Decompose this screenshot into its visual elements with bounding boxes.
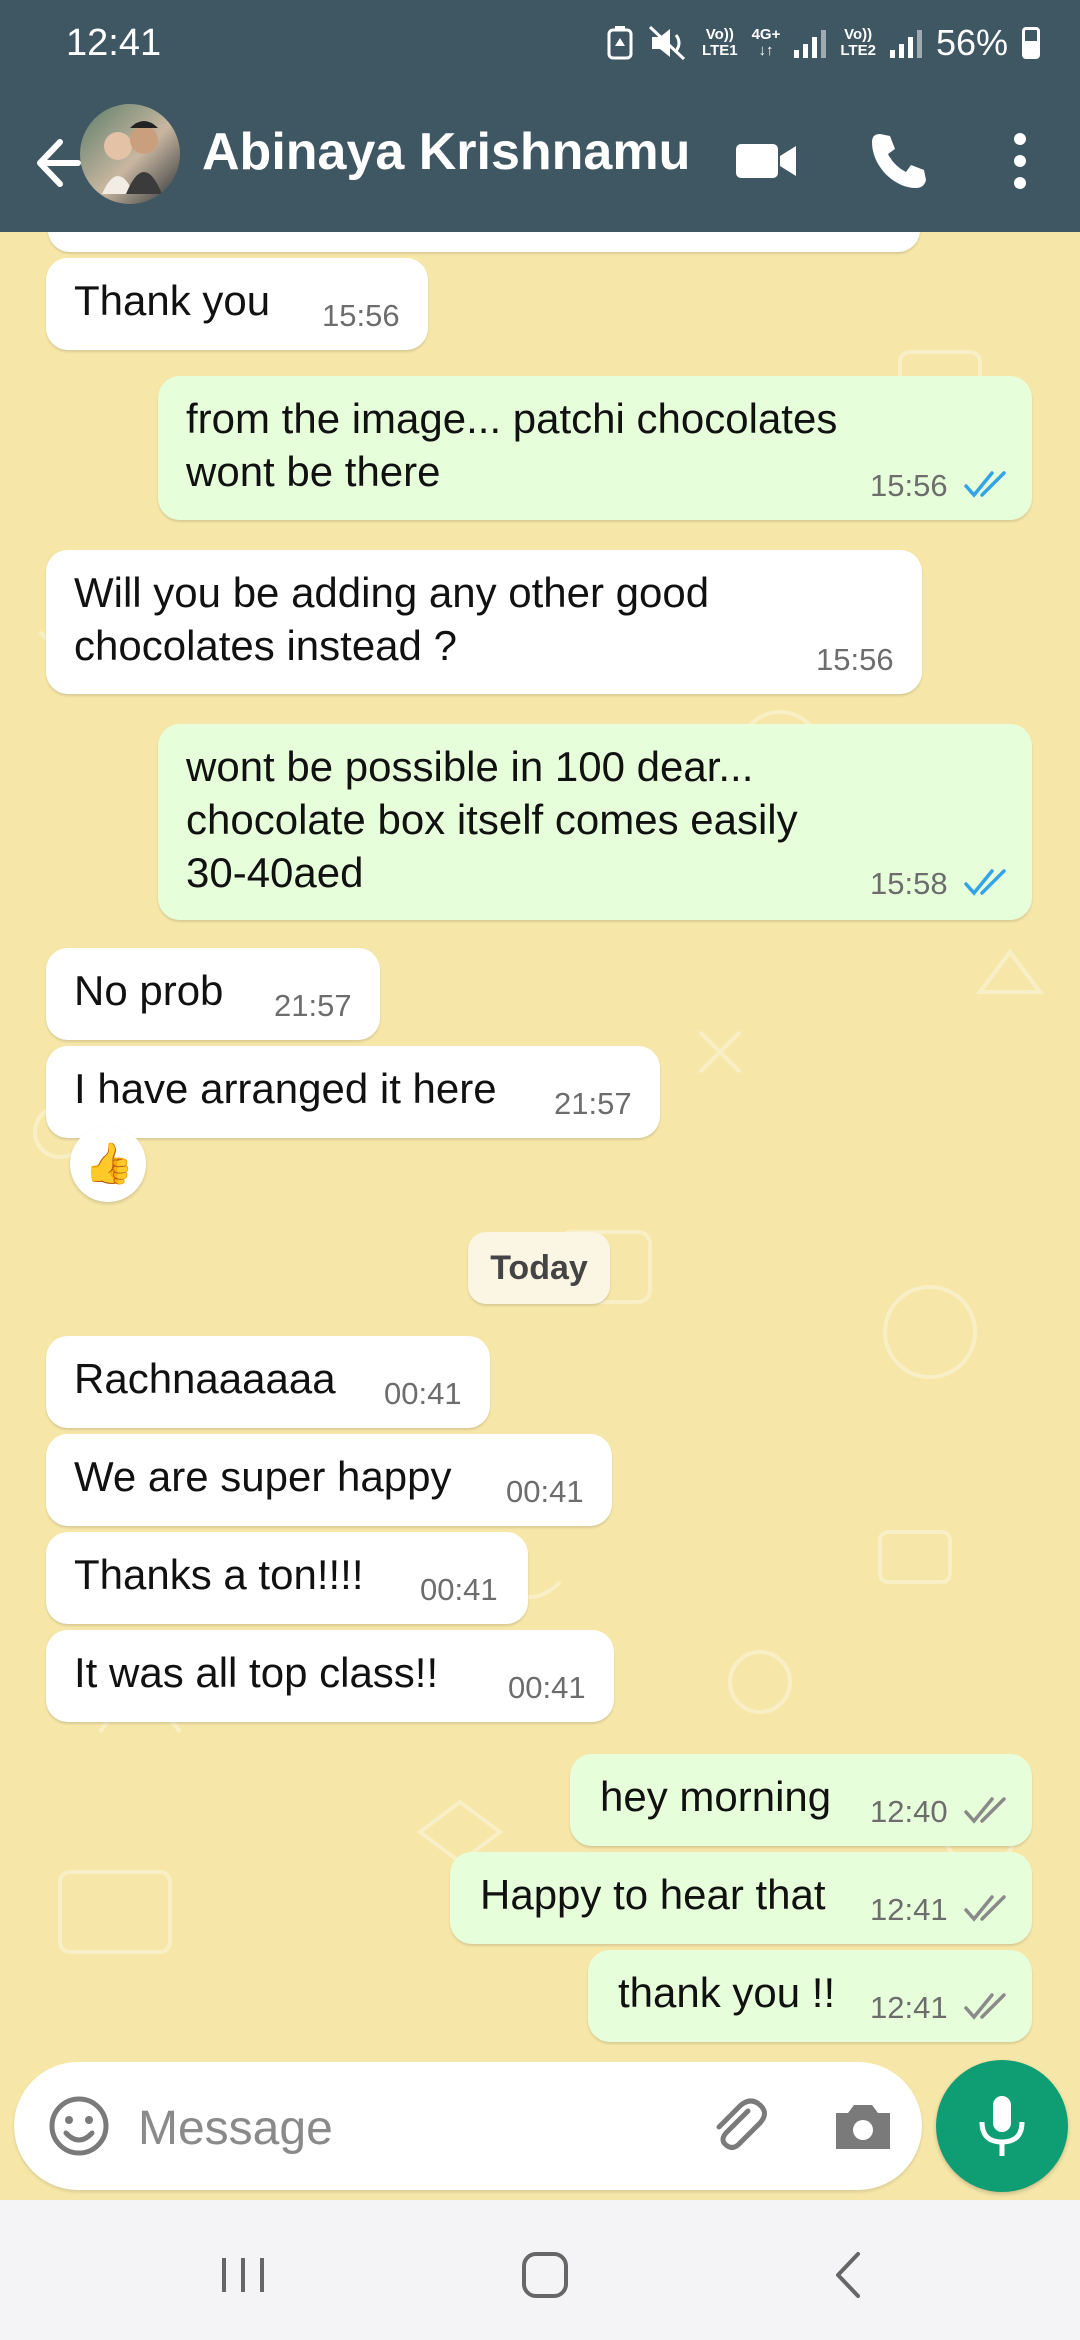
signal1-icon: [794, 28, 827, 58]
status-time: 12:41: [66, 22, 162, 64]
sent-ticks-icon: [964, 1797, 1006, 1824]
message-bubble-incoming[interactable]: I have arranged it here 21:57: [46, 1046, 660, 1138]
message-time: 00:41: [506, 1474, 584, 1509]
message-bubble-incoming[interactable]: Will you be adding any other good chocol…: [46, 550, 922, 694]
message-text: Will you be adding any other good chocol…: [74, 569, 710, 669]
status-bar: 12:41 Vo)) LTE1 4G+ ↓↑ Vo)) LTE2 56%: [0, 0, 1080, 92]
message-text: Thanks a ton!!!!: [74, 1551, 364, 1598]
message-time: 15:56: [322, 298, 400, 333]
message-bubble-incoming[interactable]: Thanks a ton!!!! 00:41: [46, 1532, 528, 1624]
sim2-indicator: Vo)) LTE2: [840, 26, 876, 59]
home-icon[interactable]: [510, 2240, 580, 2310]
recent-apps-icon[interactable]: [208, 2240, 278, 2310]
message-time: 21:57: [554, 1086, 632, 1121]
message-reaction[interactable]: 👍: [70, 1126, 146, 1202]
message-bubble-incoming[interactable]: Rachnaaaaaa 00:41: [46, 1336, 490, 1428]
message-text: I have arranged it here: [74, 1065, 497, 1112]
message-text: It was all top class!!: [74, 1649, 439, 1696]
message-bubble-outgoing[interactable]: hey morning 12:40: [570, 1754, 1032, 1846]
message-text: from the image... patchi chocolates wont…: [186, 395, 838, 495]
day-divider: Today: [468, 1232, 610, 1304]
message-bubble-outgoing[interactable]: thank you !! 12:41: [588, 1950, 1032, 2042]
video-call-icon[interactable]: [732, 126, 802, 196]
back-arrow-icon[interactable]: [20, 128, 90, 198]
message-bubble-incoming[interactable]: It was all top class!! 00:41: [46, 1630, 614, 1722]
system-nav-bar: [0, 2200, 1080, 2340]
message-text: hey morning: [600, 1773, 832, 1820]
attach-icon[interactable]: [704, 2091, 774, 2161]
message-text: wont be possible in 100 dear... chocolat…: [186, 743, 798, 896]
voice-record-button[interactable]: [936, 2060, 1068, 2192]
message-text: No prob: [74, 967, 224, 1014]
chat-header: Abinaya Krishnamu...: [0, 92, 1080, 232]
camera-icon[interactable]: [828, 2091, 898, 2161]
message-bubble-incoming[interactable]: We are super happy 00:41: [46, 1434, 612, 1526]
message-text: Thank you: [74, 277, 271, 324]
battery-percent: 56%: [935, 22, 1008, 63]
message-time: 12:41: [870, 1990, 948, 2025]
message-time: 00:41: [384, 1376, 462, 1411]
avatar-photo: [102, 121, 162, 194]
message-time: 21:57: [274, 988, 352, 1023]
message-time: 12:40: [870, 1794, 948, 1829]
message-time: 00:41: [420, 1572, 498, 1607]
microphone-icon: [979, 2096, 1025, 2156]
message-time: 15:56: [870, 468, 948, 503]
message-text: Rachnaaaaaa: [74, 1355, 336, 1402]
message-text: We are super happy: [74, 1453, 452, 1500]
phone-call-icon[interactable]: [864, 126, 934, 196]
sent-ticks-icon: [964, 1993, 1006, 2020]
message-bubble-incoming[interactable]: No prob 21:57: [46, 948, 380, 1040]
message-bubble-outgoing[interactable]: from the image... patchi chocolates wont…: [158, 376, 1032, 520]
message-bubble-outgoing[interactable]: Happy to hear that 12:41: [450, 1852, 1032, 1944]
message-composer: [14, 2062, 922, 2190]
message-bubble-outgoing[interactable]: wont be possible in 100 dear... chocolat…: [158, 724, 1032, 920]
sent-ticks-icon: [964, 1895, 1006, 1922]
mute-icon: [649, 25, 686, 61]
status-icons: Vo)) LTE1 4G+ ↓↑ Vo)) LTE2 56%: [606, 22, 1040, 64]
emoji-icon[interactable]: [44, 2091, 114, 2161]
message-time: 15:58: [870, 866, 948, 901]
message-text: Happy to hear that: [480, 1871, 826, 1918]
network-indicator: 4G+ ↓↑: [751, 26, 781, 59]
message-time: 00:41: [508, 1670, 586, 1705]
message-bubble-partial: [48, 232, 920, 252]
message-bubble-incoming[interactable]: Thank you 15:56: [46, 258, 428, 350]
back-nav-icon[interactable]: [814, 2240, 884, 2310]
message-input[interactable]: [136, 2092, 700, 2164]
contact-name[interactable]: Abinaya Krishnamu...: [202, 122, 692, 182]
sim1-indicator: Vo)) LTE1: [702, 26, 738, 59]
read-ticks-icon: [964, 869, 1006, 896]
read-ticks-icon: [964, 471, 1006, 498]
battery-icon: [1022, 27, 1040, 59]
contact-avatar[interactable]: [80, 104, 180, 204]
more-options-icon[interactable]: [985, 126, 1055, 196]
signal2-icon: [889, 28, 922, 58]
message-time: 12:41: [870, 1892, 948, 1927]
battery-saver-icon: [607, 26, 633, 60]
thumbs-up-reaction-icon: 👍: [84, 1142, 134, 1186]
chat-area[interactable]: Thank you 15:56 from the image... patchi…: [0, 232, 1080, 2062]
message-time: 15:56: [816, 642, 894, 677]
message-text: thank you !!: [618, 1969, 836, 2016]
